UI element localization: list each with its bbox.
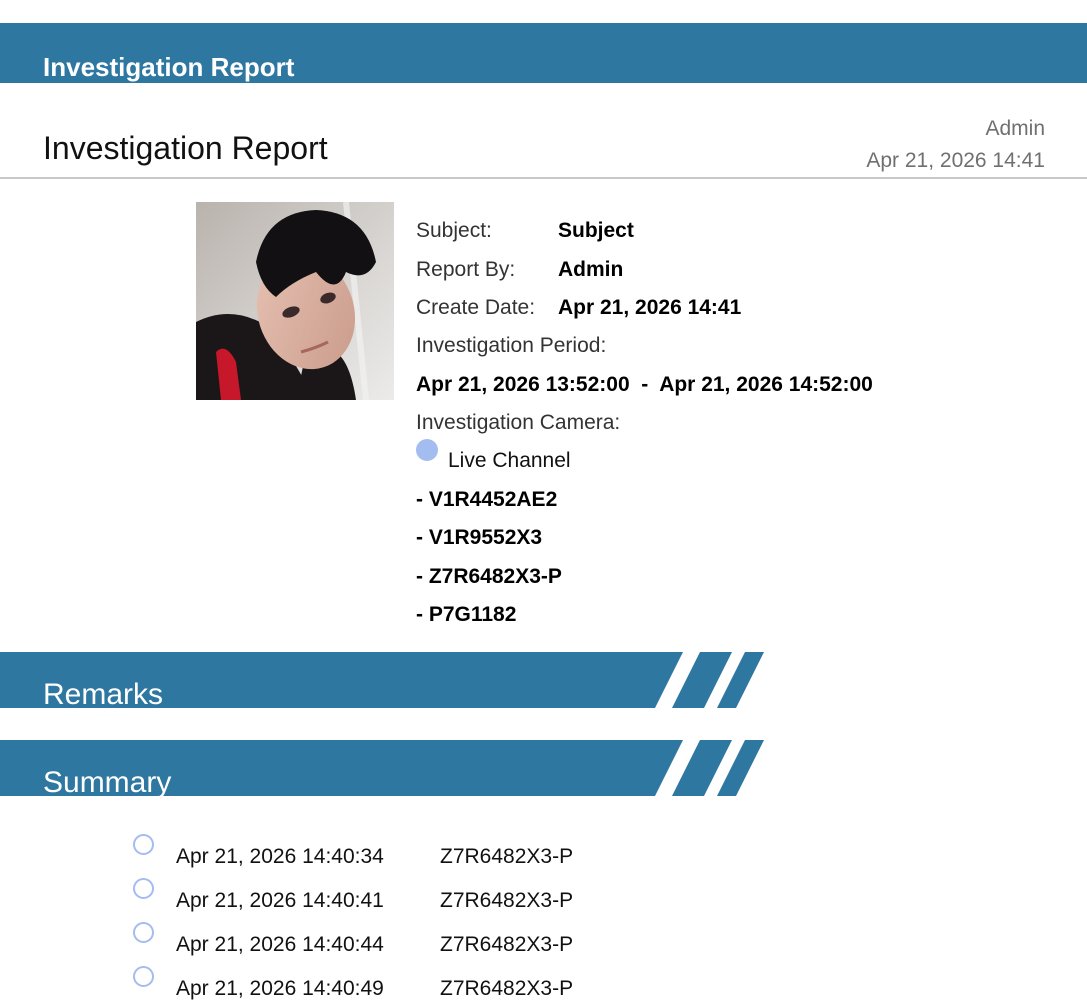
event-time: Apr 21, 2026 14:40:44: [176, 933, 384, 956]
period-value: Apr 21, 2026 13:52:00 - Apr 21, 2026 14:…: [416, 373, 873, 396]
camera-item: - Z7R6482X3-P: [416, 565, 562, 588]
event-time: Apr 21, 2026 14:40:49: [176, 977, 384, 1000]
camera-item: - V1R9552X3: [416, 526, 543, 549]
period-label: Investigation Period:: [416, 334, 607, 357]
event-time: Apr 21, 2026 14:40:34: [176, 845, 384, 868]
subject-value: Subject: [558, 219, 634, 242]
channel-dot-icon: [416, 439, 438, 461]
subject-photo: [196, 202, 394, 400]
camera-item: - P7G1182: [416, 603, 517, 626]
event-camera: Z7R6482X3-P: [440, 889, 574, 912]
event-camera: Z7R6482X3-P: [440, 845, 574, 868]
event-camera: Z7R6482X3-P: [440, 933, 574, 956]
header-divider: [0, 177, 1087, 179]
summary-title: Summary: [43, 766, 172, 799]
event-marker-icon: [133, 878, 154, 899]
event-time: Apr 21, 2026 14:40:41: [176, 889, 384, 912]
report-page: Investigation Report Investigation Repor…: [0, 0, 1087, 1002]
banner-title: Investigation Report: [43, 52, 295, 82]
report-date: Apr 21, 2026 14:41: [866, 149, 1045, 172]
report-by-label: Report By:: [416, 258, 516, 281]
subject-label: Subject:: [416, 219, 492, 242]
page-title: Investigation Report: [43, 130, 328, 166]
remarks-title: Remarks: [43, 678, 164, 711]
event-marker-icon: [133, 922, 154, 943]
camera-item: - V1R4452AE2: [416, 488, 558, 511]
event-marker-icon: [133, 966, 154, 987]
camera-label: Investigation Camera:: [416, 411, 621, 434]
create-date-label: Create Date:: [416, 296, 536, 319]
event-marker-icon: [133, 834, 154, 855]
report-user: Admin: [985, 117, 1045, 140]
channel-group-label: Live Channel: [448, 449, 571, 472]
event-camera: Z7R6482X3-P: [440, 977, 574, 1000]
report-by-value: Admin: [558, 258, 624, 281]
create-date-value: Apr 21, 2026 14:41: [558, 296, 742, 319]
